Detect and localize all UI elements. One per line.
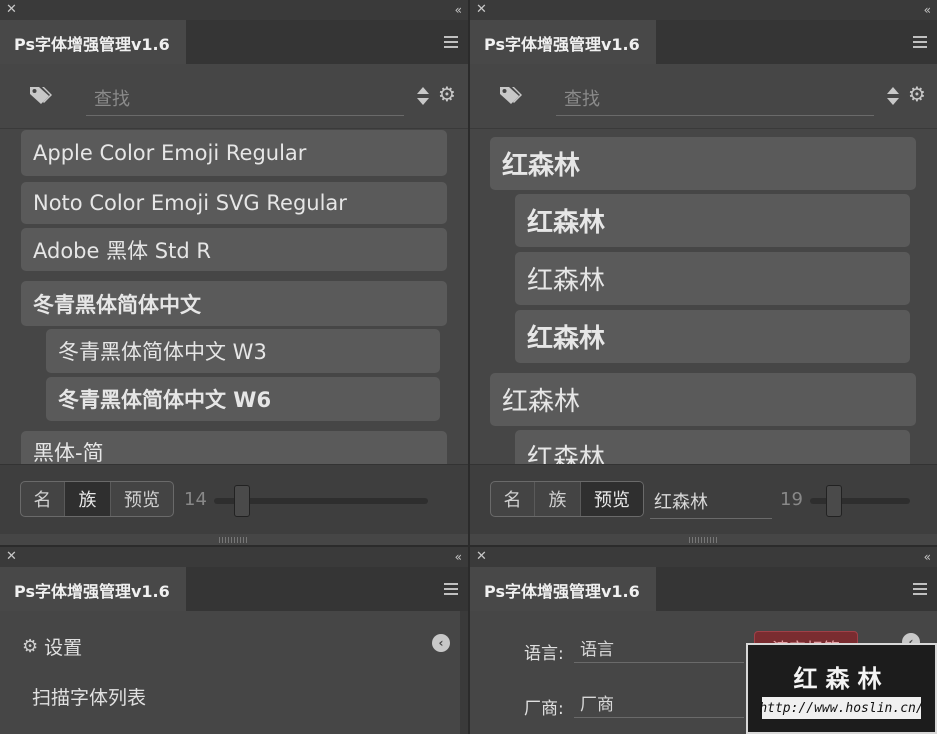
search-row: ⚙ <box>0 64 468 128</box>
preview-item-family[interactable]: 红森林 <box>490 373 916 426</box>
gear-icon[interactable]: ⚙ <box>908 82 926 106</box>
sort-icon[interactable] <box>416 84 430 108</box>
resize-grip[interactable] <box>688 537 719 543</box>
tag-icon[interactable] <box>498 84 524 106</box>
preview-item[interactable]: 红森林 <box>515 430 910 464</box>
watermark-title: 红森林 <box>793 665 890 693</box>
collapse-icon[interactable]: « <box>455 549 462 565</box>
gear-icon: ⚙ <box>22 636 39 657</box>
watermark-url: http://www.hoslin.cn/ <box>759 697 924 719</box>
collapse-icon[interactable]: « <box>455 2 462 18</box>
view-mode-segmented: 名 族 预览 <box>490 481 644 517</box>
preview-text-input[interactable] <box>650 483 772 519</box>
language-label: 语言: <box>524 644 564 664</box>
mode-name-button[interactable]: 名 <box>491 482 535 516</box>
settings-label: 设置 <box>44 637 83 659</box>
panel-menu-icon[interactable] <box>444 36 458 48</box>
tag-icon[interactable] <box>28 84 54 106</box>
mode-preview-button[interactable]: 预览 <box>111 482 173 516</box>
search-input[interactable] <box>556 84 874 116</box>
language-field[interactable] <box>574 633 744 663</box>
panel-topbar: ✕ « <box>470 0 937 20</box>
bottom-toolbar: 名 族 预览 19 <box>470 464 937 534</box>
view-mode-segmented: 名 族 预览 <box>20 481 174 517</box>
preview-item[interactable]: 红森林 <box>515 252 910 305</box>
font-size-value: 19 <box>780 489 803 510</box>
list-item-family[interactable]: 冬青黑体简体中文 <box>21 281 447 326</box>
list-item-subfont[interactable]: 冬青黑体简体中文 W6 <box>46 377 440 421</box>
preview-item[interactable]: 红森林 <box>515 194 910 247</box>
collapse-icon[interactable]: « <box>924 549 931 565</box>
panel-tab[interactable]: Ps字体增强管理v1.6 <box>0 20 186 64</box>
tab-row: Ps字体增强管理v1.6 <box>470 20 937 64</box>
size-slider-track[interactable] <box>810 498 910 504</box>
search-input[interactable] <box>86 84 404 116</box>
preview-item-family[interactable]: 红森林 <box>490 137 916 190</box>
resize-grip[interactable] <box>219 537 249 543</box>
mode-preview-button[interactable]: 预览 <box>581 482 643 516</box>
panel-tab[interactable]: Ps字体增强管理v1.6 <box>470 567 656 611</box>
watermark-logo: 红森林 http://www.hoslin.cn/ <box>746 643 937 734</box>
mode-family-button[interactable]: 族 <box>65 482 111 516</box>
mode-family-button[interactable]: 族 <box>535 482 581 516</box>
panel-topbar: ✕ « <box>470 547 937 567</box>
font-list: Apple Color Emoji Regular Noto Color Emo… <box>0 128 468 464</box>
vendor-label: 厂商: <box>524 699 564 719</box>
gear-icon[interactable]: ⚙ <box>438 82 456 106</box>
panel-tab[interactable]: Ps字体增强管理v1.6 <box>470 20 656 64</box>
preview-list: 红森林 红森林 红森林 红森林 红森林 红森林 <box>470 128 937 464</box>
panel-topbar: ✕ « <box>0 0 468 20</box>
close-icon[interactable]: ✕ <box>476 2 487 18</box>
settings-panel: ✕ « Ps字体增强管理v1.6 ⚙ 设置 ‹ 扫描字体列表 <box>0 547 468 734</box>
list-item[interactable]: 黑体-简 <box>21 431 447 464</box>
close-icon[interactable]: ✕ <box>6 2 17 18</box>
preview-item[interactable]: 红森林 <box>515 310 910 363</box>
font-size-value: 14 <box>184 489 207 510</box>
panel-menu-icon[interactable] <box>913 36 927 48</box>
size-slider-knob[interactable] <box>826 485 842 517</box>
scan-font-list-button[interactable]: 扫描字体列表 <box>32 683 146 710</box>
bottom-toolbar: 名 族 预览 14 <box>0 464 468 534</box>
close-icon[interactable]: ✕ <box>476 549 487 565</box>
sort-icon[interactable] <box>886 84 900 108</box>
vendor-field[interactable] <box>574 688 744 718</box>
search-row: ⚙ <box>470 64 937 128</box>
panel-topbar: ✕ « <box>0 547 468 567</box>
list-item[interactable]: Noto Color Emoji SVG Regular <box>21 182 447 224</box>
tab-row: Ps字体增强管理v1.6 <box>0 567 468 611</box>
panel-menu-icon[interactable] <box>913 583 927 595</box>
font-panel-family: ✕ « Ps字体增强管理v1.6 ⚙ Apple Color Emoji Reg… <box>0 0 468 545</box>
panel-tab[interactable]: Ps字体增强管理v1.6 <box>0 567 186 611</box>
size-slider-knob[interactable] <box>234 485 250 517</box>
mode-name-button[interactable]: 名 <box>21 482 65 516</box>
list-item[interactable]: Adobe 黑体 Std R <box>21 228 447 271</box>
font-panel-preview: ✕ « Ps字体增强管理v1.6 ⚙ 红森林 红森林 红森林 红森林 红森林 红… <box>470 0 937 545</box>
list-item[interactable]: Apple Color Emoji Regular <box>21 130 447 176</box>
collapse-icon[interactable]: « <box>924 2 931 18</box>
close-icon[interactable]: ✕ <box>6 549 17 565</box>
list-item-subfont[interactable]: 冬青黑体简体中文 W3 <box>46 329 440 373</box>
tab-row: Ps字体增强管理v1.6 <box>470 567 937 611</box>
settings-header[interactable]: ⚙ 设置 <box>22 633 82 660</box>
back-icon[interactable]: ‹ <box>432 634 450 652</box>
panel-menu-icon[interactable] <box>444 583 458 595</box>
settings-content: ⚙ 设置 ‹ 扫描字体列表 <box>0 611 468 734</box>
tab-row: Ps字体增强管理v1.6 <box>0 20 468 64</box>
vertical-scrollbar[interactable] <box>460 611 468 734</box>
